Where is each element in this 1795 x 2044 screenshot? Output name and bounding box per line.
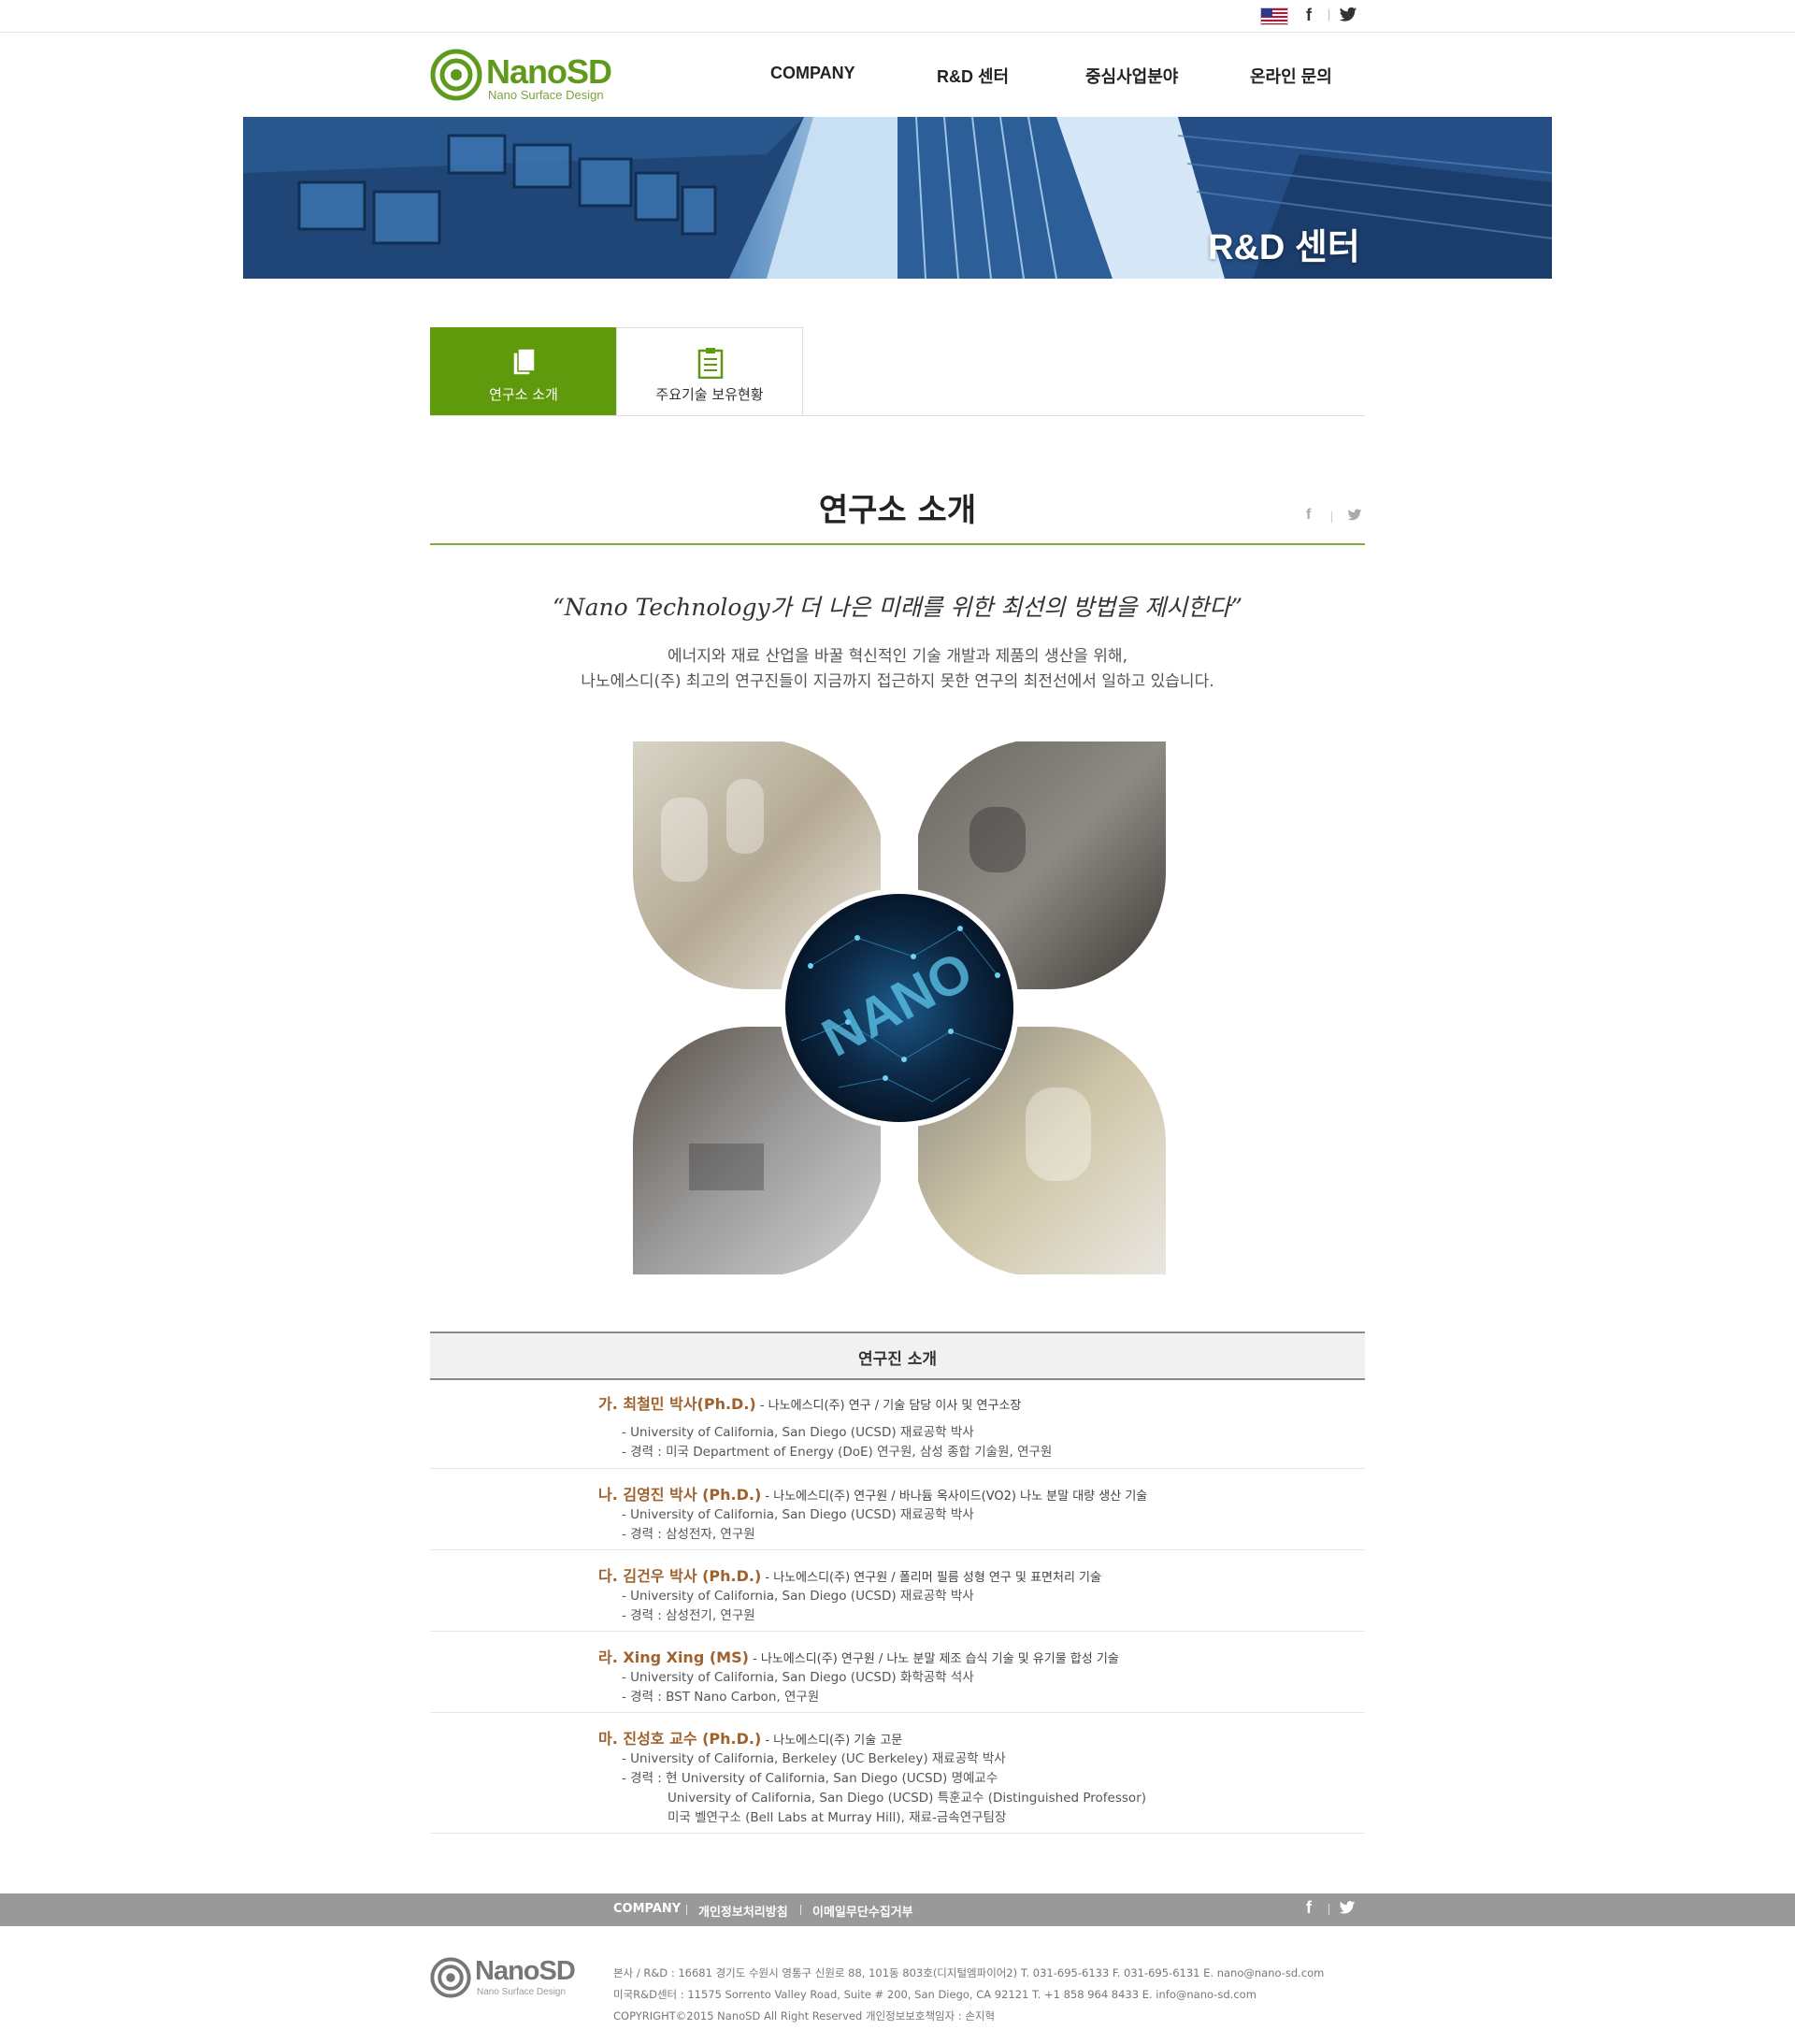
tab-label: 연구소 소개 (489, 386, 558, 403)
researcher-name: 가. 최철민 박사(Ph.D.) (598, 1395, 756, 1413)
footer-link-company[interactable]: COMPANY (613, 1902, 681, 1916)
facebook-icon[interactable]: f (1306, 507, 1311, 524)
logo-tagline: Nano Surface Design (488, 88, 604, 102)
researchers-header: 연구진 소개 (430, 1331, 1365, 1380)
facebook-icon[interactable]: f (1306, 6, 1312, 25)
facebook-icon[interactable]: f (1306, 1898, 1312, 1918)
researcher-role: - 나노에스디(주) 연구원 / 나노 분말 제조 습식 기술 및 유기물 합성… (748, 1652, 1119, 1666)
researcher-title: 마. 진성호 교수 (Ph.D.) - 나노에스디(주) 기술 고문 (598, 1726, 902, 1749)
title-underline (430, 543, 1365, 545)
researcher-role: - 나노에스디(주) 연구 / 기술 담당 이사 및 연구소장 (755, 1399, 1022, 1413)
researcher-role: - 나노에스디(주) 기술 고문 (761, 1734, 903, 1748)
footer-address-hq: 본사 / R&D : 16681 경기도 수원시 영통구 신원로 88, 101… (613, 1966, 1325, 1979)
researcher-career-detail: 미국 벨연구소 (Bell Labs at Murray Hill), 재료-금… (668, 1810, 1007, 1825)
logo-mark-icon (430, 1957, 471, 1998)
tabs-divider (430, 415, 1365, 416)
researcher-education: - University of California, Berkeley (UC… (622, 1751, 1006, 1766)
logo-mark-icon (430, 49, 482, 101)
nav-rnd-center[interactable]: R&D 센터 (937, 64, 1009, 88)
researcher-career: - 경력 : 삼성전자, 연구원 (622, 1527, 755, 1542)
footer-link-email-refusal[interactable]: 이메일무단수집거부 (812, 1902, 913, 1920)
researcher-entry: 다. 김건우 박사 (Ph.D.) - 나노에스디(주) 연구원 / 폴리머 필… (430, 1550, 1365, 1632)
footer-logo[interactable]: NanoSD Nano Surface Design (430, 1954, 580, 2001)
researcher-education: - University of California, San Diego (U… (622, 1589, 974, 1604)
researcher-role: - 나노에스디(주) 연구원 / 폴리머 필름 성형 연구 및 표면처리 기술 (761, 1571, 1101, 1585)
researcher-entry: 나. 김영진 박사 (Ph.D.) - 나노에스디(주) 연구원 / 바나듐 옥… (430, 1469, 1365, 1550)
tab-label: 주요기술 보유현황 (655, 386, 764, 403)
intro-line-2: 나노에스디(주) 최고의 연구진들이 지금까지 접근하지 못한 연구의 최전선에… (581, 672, 1214, 691)
researcher-name: 나. 김영진 박사 (Ph.D.) (598, 1486, 762, 1504)
slogan-quote: “Nano Technology가 더 나은 미래를 위한 최선의 방법을 제시… (552, 594, 1243, 621)
footer-bar: COMPANY 개인정보처리방침 이메일무단수집거부 f (0, 1893, 1795, 1926)
divider (800, 1905, 801, 1915)
divider (1328, 1904, 1329, 1915)
researcher-title: 나. 김영진 박사 (Ph.D.) - 나노에스디(주) 연구원 / 바나듐 옥… (598, 1482, 1147, 1504)
researcher-career: - 경력 : 삼성전기, 연구원 (622, 1608, 755, 1623)
intro-line-1: 에너지와 재료 산업을 바꿀 혁신적인 기술 개발과 제품의 생산을 위해, (668, 647, 1127, 666)
divider (686, 1905, 687, 1915)
nav-core-business[interactable]: 중심사업분야 (1085, 64, 1178, 88)
researcher-title: 다. 김건우 박사 (Ph.D.) - 나노에스디(주) 연구원 / 폴리머 필… (598, 1563, 1101, 1586)
us-flag-icon[interactable] (1260, 7, 1288, 25)
nav-online-inquiry[interactable]: 온라인 문의 (1250, 64, 1332, 88)
researcher-role: - 나노에스디(주) 연구원 / 바나듐 옥사이드(VO2) 나노 분말 대량 … (761, 1490, 1148, 1504)
researcher-entry: 가. 최철민 박사(Ph.D.) - 나노에스디(주) 연구 / 기술 담당 이… (430, 1378, 1365, 1469)
divider (1331, 511, 1332, 523)
researcher-career: - 경력 : 미국 Department of Energy (DoE) 연구원… (622, 1445, 1053, 1460)
researcher-title: 가. 최철민 박사(Ph.D.) - 나노에스디(주) 연구 / 기술 담당 이… (598, 1391, 1021, 1414)
researcher-career-detail: University of California, San Diego (UCS… (668, 1791, 1147, 1806)
researchers-heading: 연구진 소개 (857, 1350, 938, 1369)
logo-name: NanoSD (475, 1956, 576, 1986)
footer-link-privacy-policy[interactable]: 개인정보처리방침 (698, 1902, 788, 1920)
top-utility-bar: f (0, 0, 1795, 33)
researcher-career: - 경력 : BST Nano Carbon, 연구원 (622, 1690, 820, 1705)
researcher-entry: 마. 진성호 교수 (Ph.D.) - 나노에스디(주) 기술 고문 - Uni… (430, 1713, 1365, 1834)
logo-name: NanoSD (486, 52, 612, 91)
nav-company[interactable]: COMPANY (770, 64, 855, 83)
researcher-name: 라. Xing Xing (MS) (598, 1648, 749, 1666)
logo-tagline: Nano Surface Design (477, 1987, 567, 1997)
researcher-title: 라. Xing Xing (MS) - 나노에스디(주) 연구원 / 나노 분말… (598, 1645, 1119, 1667)
researcher-education: - University of California, San Diego (U… (622, 1425, 974, 1440)
researcher-education: - University of California, San Diego (U… (622, 1507, 974, 1522)
page-title: 연구소 소개 (818, 492, 977, 529)
researcher-name: 다. 김건우 박사 (Ph.D.) (598, 1567, 762, 1585)
lab-photo-collage: NANO (633, 741, 1166, 1274)
researcher-name: 마. 진성호 교수 (Ph.D.) (598, 1730, 762, 1748)
researcher-career: - 경력 : 현 University of California, San D… (622, 1771, 998, 1786)
divider (1328, 9, 1329, 21)
tab-lab-intro[interactable]: 연구소 소개 (430, 327, 617, 416)
tab-key-technologies[interactable]: 주요기술 보유현황 (616, 327, 803, 416)
clipboard-icon (697, 348, 724, 379)
researcher-education: - University of California, San Diego (U… (622, 1670, 974, 1685)
nanosd-logo[interactable]: NanoSD Nano Surface Design (430, 49, 617, 105)
twitter-icon[interactable] (1347, 509, 1362, 522)
footer-copyright: COPYRIGHT©2015 NanoSD All Right Reserved… (613, 2009, 996, 2022)
researcher-entry: 라. Xing Xing (MS) - 나노에스디(주) 연구원 / 나노 분말… (430, 1632, 1365, 1713)
hero-banner: R&D 센터 (243, 117, 1552, 279)
documents-icon (512, 348, 536, 376)
twitter-icon[interactable] (1339, 1901, 1356, 1915)
hero-title: R&D 센터 (1208, 228, 1360, 267)
footer-address-us: 미국R&D센터 : 11575 Sorrento Valley Road, Su… (613, 1988, 1256, 2001)
twitter-icon[interactable] (1339, 7, 1357, 23)
